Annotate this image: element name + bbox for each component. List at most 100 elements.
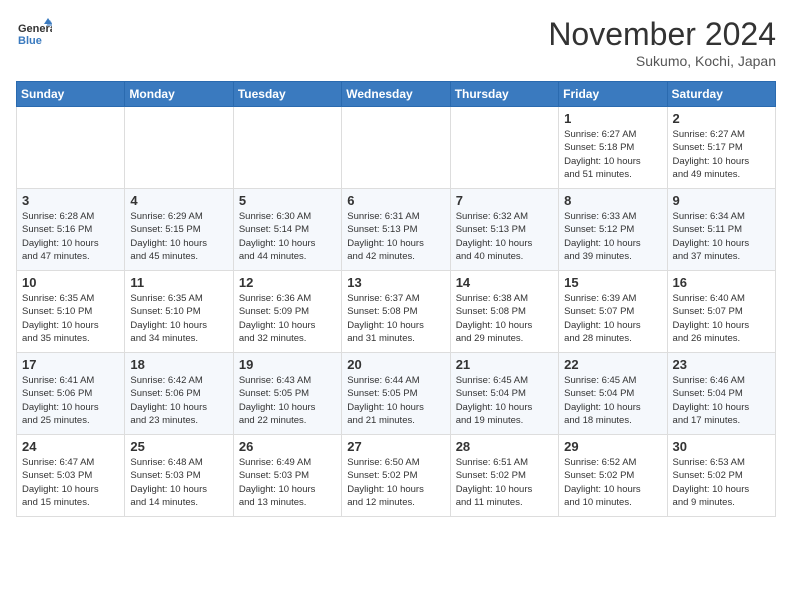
calendar-day-cell bbox=[233, 107, 341, 189]
calendar-day-header: Thursday bbox=[450, 82, 558, 107]
day-number: 14 bbox=[456, 275, 553, 290]
calendar-table: SundayMondayTuesdayWednesdayThursdayFrid… bbox=[16, 81, 776, 517]
day-number: 30 bbox=[673, 439, 770, 454]
day-info: Sunrise: 6:29 AM Sunset: 5:15 PM Dayligh… bbox=[130, 210, 227, 263]
location-subtitle: Sukumo, Kochi, Japan bbox=[548, 53, 776, 69]
day-info: Sunrise: 6:50 AM Sunset: 5:02 PM Dayligh… bbox=[347, 456, 444, 509]
day-info: Sunrise: 6:51 AM Sunset: 5:02 PM Dayligh… bbox=[456, 456, 553, 509]
calendar-day-cell: 6 Sunrise: 6:31 AM Sunset: 5:13 PM Daylig… bbox=[342, 189, 450, 271]
calendar-day-cell: 22 Sunrise: 6:45 AM Sunset: 5:04 PM Dayli… bbox=[559, 353, 667, 435]
logo-icon: General Blue bbox=[16, 16, 52, 52]
calendar-day-cell: 4Sunrise: 6:29 AM Sunset: 5:15 PM Daylig… bbox=[125, 189, 233, 271]
calendar-day-cell: 26 Sunrise: 6:49 AM Sunset: 5:03 PM Dayli… bbox=[233, 435, 341, 517]
calendar-day-cell: 8Sunrise: 6:33 AM Sunset: 5:12 PM Daylig… bbox=[559, 189, 667, 271]
logo: General Blue bbox=[16, 16, 52, 52]
day-info: Sunrise: 6:52 AM Sunset: 5:02 PM Dayligh… bbox=[564, 456, 661, 509]
page-header: General Blue November 2024 Sukumo, Kochi… bbox=[16, 16, 776, 69]
day-number: 20 bbox=[347, 357, 444, 372]
day-info: Sunrise: 6:46 AM Sunset: 5:04 PM Dayligh… bbox=[673, 374, 770, 427]
calendar-day-cell: 3 Sunrise: 6:28 AM Sunset: 5:16 PM Daylig… bbox=[17, 189, 125, 271]
calendar-day-header: Sunday bbox=[17, 82, 125, 107]
day-number: 28 bbox=[456, 439, 553, 454]
day-number: 21 bbox=[456, 357, 553, 372]
day-info: Sunrise: 6:49 AM Sunset: 5:03 PM Dayligh… bbox=[239, 456, 336, 509]
day-info: Sunrise: 6:38 AM Sunset: 5:08 PM Dayligh… bbox=[456, 292, 553, 345]
day-number: 6 bbox=[347, 193, 444, 208]
calendar-week-row: 24Sunrise: 6:47 AM Sunset: 5:03 PM Dayli… bbox=[17, 435, 776, 517]
day-info: Sunrise: 6:41 AM Sunset: 5:06 PM Dayligh… bbox=[22, 374, 119, 427]
month-title: November 2024 bbox=[548, 16, 776, 53]
calendar-day-header: Wednesday bbox=[342, 82, 450, 107]
day-info: Sunrise: 6:43 AM Sunset: 5:05 PM Dayligh… bbox=[239, 374, 336, 427]
calendar-day-cell: 30 Sunrise: 6:53 AM Sunset: 5:02 PM Dayli… bbox=[667, 435, 775, 517]
calendar-header-row: SundayMondayTuesdayWednesdayThursdayFrid… bbox=[17, 82, 776, 107]
day-number: 19 bbox=[239, 357, 336, 372]
day-number: 10 bbox=[22, 275, 119, 290]
day-info: Sunrise: 6:47 AM Sunset: 5:03 PM Dayligh… bbox=[22, 456, 119, 509]
day-number: 27 bbox=[347, 439, 444, 454]
calendar-day-cell: 11Sunrise: 6:35 AM Sunset: 5:10 PM Dayli… bbox=[125, 271, 233, 353]
day-info: Sunrise: 6:36 AM Sunset: 5:09 PM Dayligh… bbox=[239, 292, 336, 345]
calendar-day-cell: 7Sunrise: 6:32 AM Sunset: 5:13 PM Daylig… bbox=[450, 189, 558, 271]
calendar-day-cell: 24Sunrise: 6:47 AM Sunset: 5:03 PM Dayli… bbox=[17, 435, 125, 517]
day-info: Sunrise: 6:27 AM Sunset: 5:18 PM Dayligh… bbox=[564, 128, 661, 181]
calendar-day-cell: 12 Sunrise: 6:36 AM Sunset: 5:09 PM Dayli… bbox=[233, 271, 341, 353]
day-info: Sunrise: 6:40 AM Sunset: 5:07 PM Dayligh… bbox=[673, 292, 770, 345]
calendar-day-header: Friday bbox=[559, 82, 667, 107]
calendar-day-cell: 15 Sunrise: 6:39 AM Sunset: 5:07 PM Dayli… bbox=[559, 271, 667, 353]
title-block: November 2024 Sukumo, Kochi, Japan bbox=[548, 16, 776, 69]
calendar-day-cell bbox=[342, 107, 450, 189]
day-number: 16 bbox=[673, 275, 770, 290]
day-number: 29 bbox=[564, 439, 661, 454]
day-info: Sunrise: 6:28 AM Sunset: 5:16 PM Dayligh… bbox=[22, 210, 119, 263]
day-info: Sunrise: 6:45 AM Sunset: 5:04 PM Dayligh… bbox=[456, 374, 553, 427]
calendar-day-cell: 10 Sunrise: 6:35 AM Sunset: 5:10 PM Dayli… bbox=[17, 271, 125, 353]
day-info: Sunrise: 6:35 AM Sunset: 5:10 PM Dayligh… bbox=[22, 292, 119, 345]
calendar-day-cell: 13 Sunrise: 6:37 AM Sunset: 5:08 PM Dayli… bbox=[342, 271, 450, 353]
day-info: Sunrise: 6:44 AM Sunset: 5:05 PM Dayligh… bbox=[347, 374, 444, 427]
day-number: 23 bbox=[673, 357, 770, 372]
calendar-day-cell: 5 Sunrise: 6:30 AM Sunset: 5:14 PM Daylig… bbox=[233, 189, 341, 271]
day-info: Sunrise: 6:27 AM Sunset: 5:17 PM Dayligh… bbox=[673, 128, 770, 181]
day-number: 22 bbox=[564, 357, 661, 372]
day-info: Sunrise: 6:39 AM Sunset: 5:07 PM Dayligh… bbox=[564, 292, 661, 345]
calendar-day-cell: 20 Sunrise: 6:44 AM Sunset: 5:05 PM Dayli… bbox=[342, 353, 450, 435]
calendar-day-cell: 17 Sunrise: 6:41 AM Sunset: 5:06 PM Dayli… bbox=[17, 353, 125, 435]
day-number: 11 bbox=[130, 275, 227, 290]
day-info: Sunrise: 6:53 AM Sunset: 5:02 PM Dayligh… bbox=[673, 456, 770, 509]
day-number: 2 bbox=[673, 111, 770, 126]
calendar-week-row: 1Sunrise: 6:27 AM Sunset: 5:18 PM Daylig… bbox=[17, 107, 776, 189]
day-number: 5 bbox=[239, 193, 336, 208]
day-number: 7 bbox=[456, 193, 553, 208]
day-info: Sunrise: 6:37 AM Sunset: 5:08 PM Dayligh… bbox=[347, 292, 444, 345]
calendar-day-cell bbox=[450, 107, 558, 189]
calendar-day-header: Monday bbox=[125, 82, 233, 107]
day-number: 9 bbox=[673, 193, 770, 208]
calendar-day-header: Saturday bbox=[667, 82, 775, 107]
calendar-day-cell: 25 Sunrise: 6:48 AM Sunset: 5:03 PM Dayli… bbox=[125, 435, 233, 517]
svg-text:Blue: Blue bbox=[18, 35, 42, 47]
calendar-day-cell: 19 Sunrise: 6:43 AM Sunset: 5:05 PM Dayli… bbox=[233, 353, 341, 435]
calendar-week-row: 10 Sunrise: 6:35 AM Sunset: 5:10 PM Dayli… bbox=[17, 271, 776, 353]
day-info: Sunrise: 6:34 AM Sunset: 5:11 PM Dayligh… bbox=[673, 210, 770, 263]
calendar-week-row: 17 Sunrise: 6:41 AM Sunset: 5:06 PM Dayli… bbox=[17, 353, 776, 435]
day-info: Sunrise: 6:30 AM Sunset: 5:14 PM Dayligh… bbox=[239, 210, 336, 263]
day-info: Sunrise: 6:31 AM Sunset: 5:13 PM Dayligh… bbox=[347, 210, 444, 263]
calendar-week-row: 3 Sunrise: 6:28 AM Sunset: 5:16 PM Daylig… bbox=[17, 189, 776, 271]
day-number: 26 bbox=[239, 439, 336, 454]
day-number: 25 bbox=[130, 439, 227, 454]
day-number: 8 bbox=[564, 193, 661, 208]
calendar-day-cell: 21 Sunrise: 6:45 AM Sunset: 5:04 PM Dayli… bbox=[450, 353, 558, 435]
calendar-day-cell bbox=[125, 107, 233, 189]
day-number: 17 bbox=[22, 357, 119, 372]
calendar-day-cell: 16 Sunrise: 6:40 AM Sunset: 5:07 PM Dayli… bbox=[667, 271, 775, 353]
day-info: Sunrise: 6:45 AM Sunset: 5:04 PM Dayligh… bbox=[564, 374, 661, 427]
day-number: 15 bbox=[564, 275, 661, 290]
day-number: 13 bbox=[347, 275, 444, 290]
day-number: 12 bbox=[239, 275, 336, 290]
day-number: 18 bbox=[130, 357, 227, 372]
calendar-day-cell: 28 Sunrise: 6:51 AM Sunset: 5:02 PM Dayli… bbox=[450, 435, 558, 517]
day-info: Sunrise: 6:48 AM Sunset: 5:03 PM Dayligh… bbox=[130, 456, 227, 509]
day-number: 3 bbox=[22, 193, 119, 208]
calendar-day-cell bbox=[17, 107, 125, 189]
